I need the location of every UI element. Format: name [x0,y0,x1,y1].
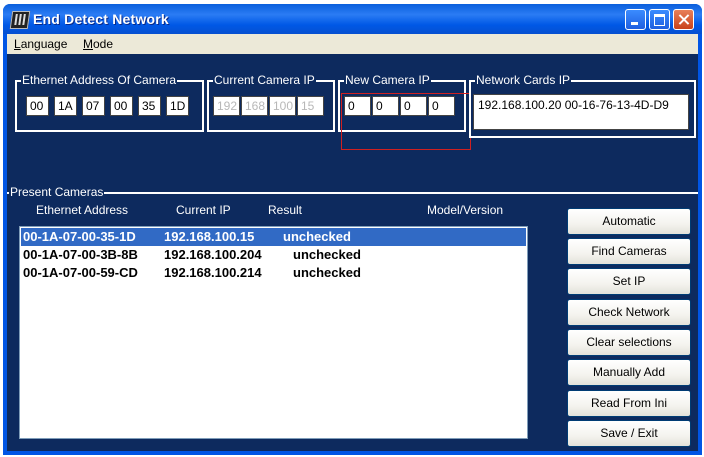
camera-result: unchecked [293,265,361,280]
client-area: Language Mode Ethernet Address Of Camera… [7,34,698,451]
mac-octet-4[interactable]: 00 [110,96,133,116]
network-cards-label: Network Cards IP [475,73,572,87]
camera-row[interactable]: 00-1A-07-00-35-1D 192.168.100.15 uncheck… [21,228,526,246]
camera-ip: 192.168.100.15 [164,229,255,244]
new-camera-ip-label: New Camera IP [344,73,431,87]
network-cards-list[interactable]: 192.168.100.20 00-16-76-13-4D-D9 [473,94,689,130]
camera-ip: 192.168.100.214 [164,265,262,280]
camera-result: unchecked [293,247,361,262]
current-camera-ip-label: Current Camera IP [213,73,316,87]
highlight-box [341,93,471,150]
camera-mac: 00-1A-07-00-3B-8B [23,247,138,262]
present-cameras-group: Present Cameras Ethernet Address Current… [7,185,698,453]
menu-mode[interactable]: Mode [83,37,113,51]
check-network-button[interactable]: Check Network [567,299,691,326]
camera-row[interactable]: 00-1A-07-00-59-CD 192.168.100.214 unchec… [21,264,526,282]
automatic-button[interactable]: Automatic [567,208,691,235]
column-current-ip: Current IP [176,203,231,217]
current-ip-octet-4: 15 [297,96,324,116]
column-ethernet-address: Ethernet Address [36,203,129,217]
current-ip-octet-2: 168 [241,96,268,116]
window-title: End Detect Network [33,11,169,27]
camera-list[interactable]: 00-1A-07-00-35-1D 192.168.100.15 uncheck… [19,226,528,439]
app-icon[interactable] [9,11,31,29]
camera-row[interactable]: 00-1A-07-00-3B-8B 192.168.100.204 unchec… [21,246,526,264]
camera-ip: 192.168.100.204 [164,247,262,262]
maximize-button[interactable] [649,9,670,30]
mac-octet-2[interactable]: 1A [54,96,77,116]
clear-selections-button[interactable]: Clear selections [567,329,691,356]
close-button[interactable] [673,9,694,30]
current-ip-octet-3: 100 [269,96,296,116]
read-from-ini-button[interactable]: Read From Ini [567,390,691,417]
minimize-button[interactable] [625,9,646,30]
mac-octet-3[interactable]: 07 [82,96,105,116]
mac-octet-1[interactable]: 00 [26,96,49,116]
column-result: Result [268,203,303,217]
mac-octet-6[interactable]: 1D [166,96,189,116]
find-cameras-button[interactable]: Find Cameras [567,238,691,265]
app-window: End Detect Network Language Mode Etherne… [3,4,702,455]
menu-language[interactable]: Language [14,37,67,51]
camera-mac: 00-1A-07-00-35-1D [23,229,136,244]
mac-octet-5[interactable]: 35 [138,96,161,116]
present-cameras-label: Present Cameras [9,185,105,199]
set-ip-button[interactable]: Set IP [567,268,691,295]
ethernet-address-label: Ethernet Address Of Camera [21,73,178,87]
menu-bar: Language Mode [7,34,698,54]
camera-result: unchecked [283,229,351,244]
save-exit-button[interactable]: Save / Exit [567,420,691,447]
column-model-version: Model/Version [427,203,504,217]
title-bar[interactable]: End Detect Network [3,4,702,34]
camera-mac: 00-1A-07-00-59-CD [23,265,138,280]
current-ip-octet-1: 192 [213,96,240,116]
manually-add-button[interactable]: Manually Add [567,359,691,386]
